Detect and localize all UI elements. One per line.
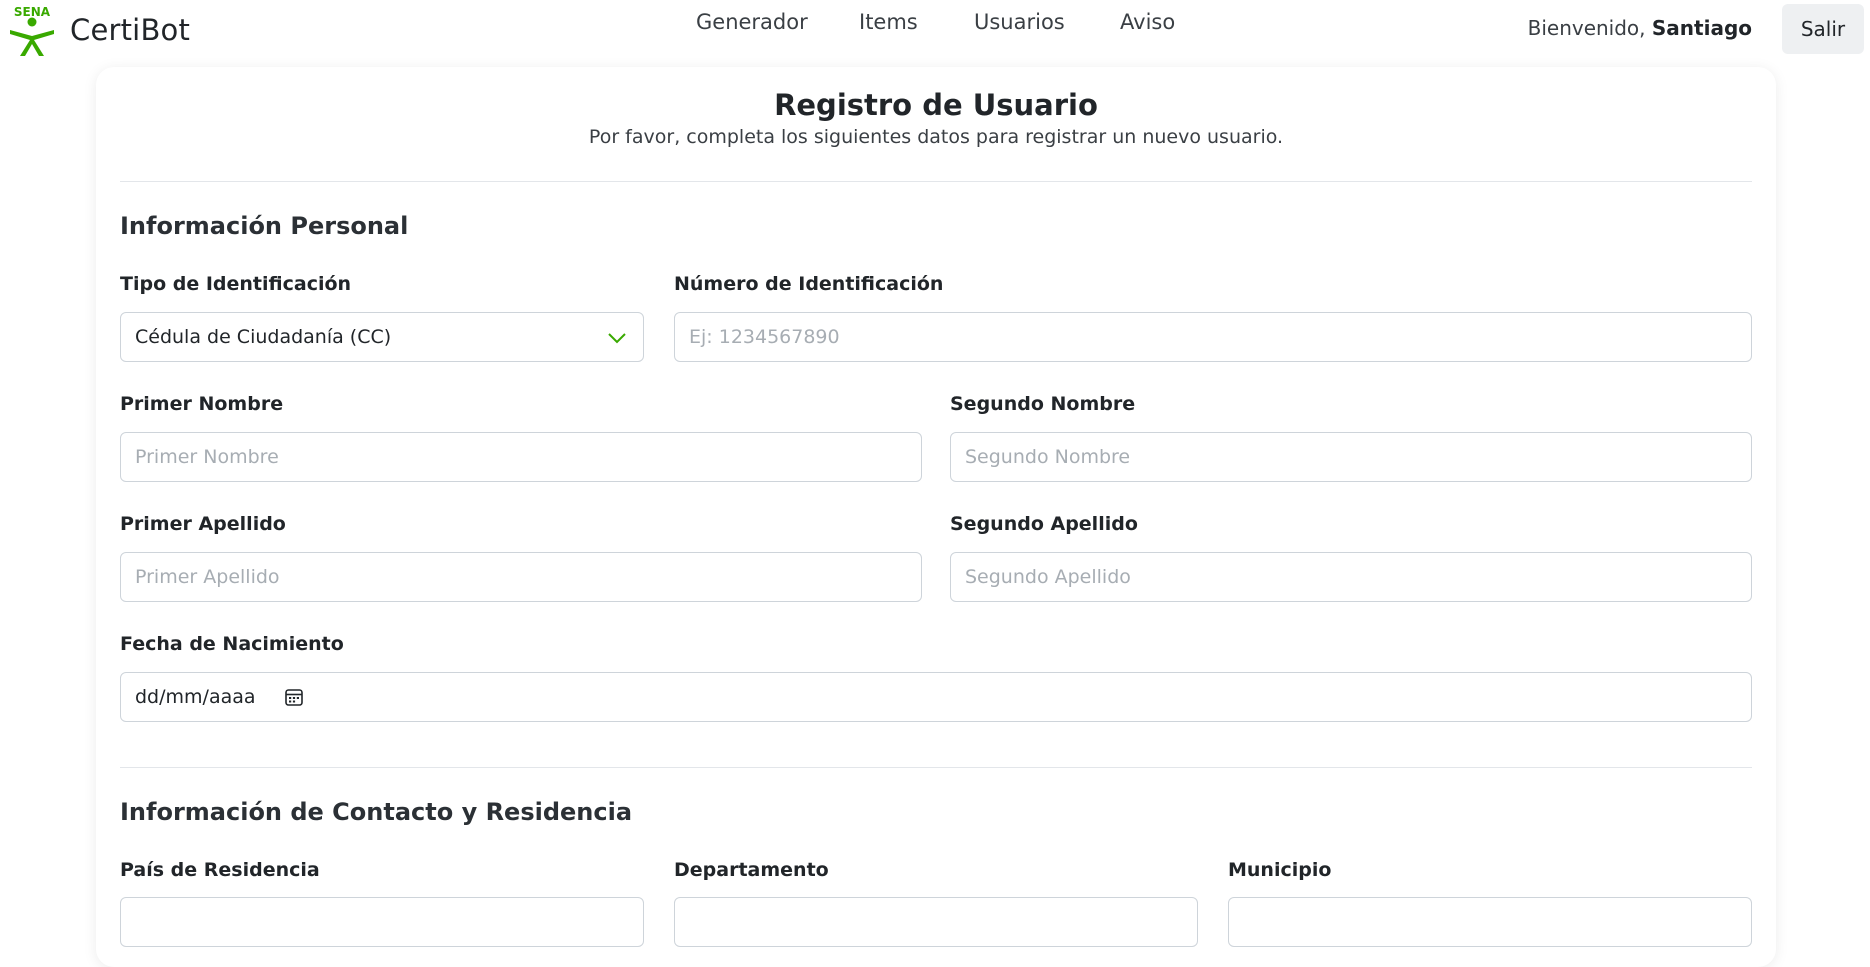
welcome-message: Bienvenido, Santiago (1528, 16, 1752, 40)
department-label: Departamento (674, 859, 829, 881)
welcome-prefix: Bienvenido, (1527, 16, 1652, 40)
municipality-select[interactable] (1228, 897, 1752, 947)
logout-button[interactable]: Salir (1782, 4, 1864, 54)
first-surname-label: Primer Apellido (120, 513, 286, 535)
second-surname-label: Segundo Apellido (950, 513, 1138, 535)
department-select[interactable] (674, 897, 1198, 947)
birth-date-input[interactable]: dd/mm/aaaa (120, 672, 1752, 722)
birth-date-label: Fecha de Nacimiento (120, 633, 344, 655)
id-number-label: Número de Identificación (674, 273, 944, 295)
header-divider (120, 181, 1752, 182)
user-name: Santiago (1651, 16, 1752, 40)
section-title-contact: Información de Contacto y Residencia (120, 798, 633, 826)
card-header: Registro de Usuario Por favor, completa … (96, 88, 1776, 148)
nav-link-items[interactable]: Items (859, 10, 918, 34)
id-type-value: Cédula de Ciudadanía (CC) (135, 326, 392, 348)
id-type-label: Tipo de Identificación (120, 273, 352, 295)
nav-link-generador[interactable]: Generador (696, 10, 808, 34)
registration-card: Registro de Usuario Por favor, completa … (96, 67, 1776, 967)
section-divider (120, 767, 1752, 768)
second-name-input[interactable] (950, 432, 1752, 482)
first-name-label: Primer Nombre (120, 393, 284, 415)
nav-link-aviso[interactable]: Aviso (1120, 10, 1175, 34)
first-name-input[interactable] (120, 432, 922, 482)
second-name-label: Segundo Nombre (950, 393, 1136, 415)
birth-date-value: dd/mm/aaaa (135, 686, 256, 708)
page-title: Registro de Usuario (774, 88, 1098, 122)
page-subtitle: Por favor, completa los siguientes datos… (588, 126, 1284, 148)
top-navbar: SENA CertiBot Generador Items Usuarios A… (0, 0, 1870, 60)
calendar-icon[interactable] (284, 687, 304, 707)
section-title-personal: Información Personal (120, 212, 409, 240)
municipality-label: Municipio (1228, 859, 1332, 881)
second-surname-input[interactable] (950, 552, 1752, 602)
first-surname-input[interactable] (120, 552, 922, 602)
id-number-input[interactable] (674, 312, 1752, 362)
nav-link-usuarios[interactable]: Usuarios (974, 10, 1065, 34)
country-label: País de Residencia (120, 859, 320, 881)
country-select[interactable] (120, 897, 644, 947)
id-type-select[interactable]: Cédula de Ciudadanía (CC) (120, 312, 644, 362)
chevron-down-icon (608, 333, 626, 344)
